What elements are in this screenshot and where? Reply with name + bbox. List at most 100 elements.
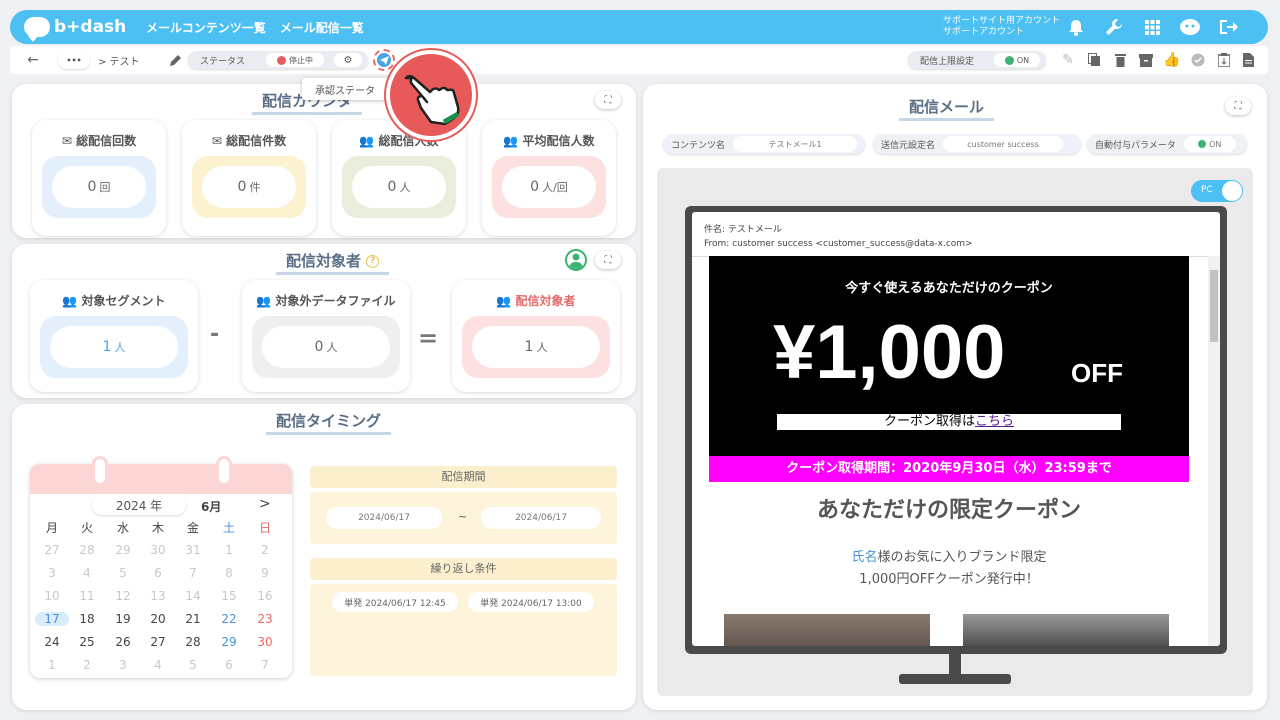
value: 0 xyxy=(314,339,324,355)
device-toggle-label: PC xyxy=(1201,185,1213,195)
logo[interactable]: b+dash xyxy=(24,17,132,42)
calendar-day[interactable]: 25 xyxy=(70,635,104,649)
calendar-year[interactable]: 2024 年 xyxy=(92,495,186,515)
value: 0 xyxy=(387,179,397,195)
help-icon[interactable]: ? xyxy=(366,255,380,268)
card-delivery-target: 👥 配信対象者 1人 xyxy=(452,280,620,392)
monitor-neck xyxy=(949,654,961,676)
email-scrollbar[interactable] xyxy=(1208,256,1220,646)
nav-mail-deliveries[interactable]: メール配信一覧 xyxy=(280,19,364,36)
pencil-icon[interactable] xyxy=(166,51,184,69)
calendar-day: 1 xyxy=(48,658,56,672)
limit-toggle[interactable]: ON xyxy=(994,53,1040,67)
period-start: 2024/06/17 xyxy=(326,507,442,529)
calendar-day: 13 xyxy=(150,589,166,603)
expand-mail-icon[interactable]: ⛶ xyxy=(1225,97,1251,115)
calendar-day: 4 xyxy=(154,658,162,672)
expand-counter-icon[interactable]: ⛶ xyxy=(595,91,621,109)
card-label-wrap: ✉ 総配信件数 xyxy=(182,132,316,149)
card-label: 対象セグメント xyxy=(81,294,166,308)
calendar-day[interactable]: 29 xyxy=(212,635,246,649)
stopped-icon xyxy=(277,55,286,65)
calendar-day: 7 xyxy=(261,658,269,672)
period-separator: ~ xyxy=(458,510,468,523)
expand-target-icon[interactable]: ⛶ xyxy=(595,251,621,269)
calendar-day: 16 xyxy=(257,589,273,603)
sender-label: 送信元設定名 xyxy=(881,140,936,151)
bell-icon[interactable] xyxy=(1065,17,1087,37)
calendar-day[interactable]: 30 xyxy=(248,635,282,649)
calendar-day[interactable]: 20 xyxy=(141,612,175,626)
value-box: 1人 xyxy=(50,326,178,368)
value: 0 xyxy=(87,179,97,195)
users-icon: 👥 xyxy=(496,294,516,308)
wrench-icon[interactable] xyxy=(1103,17,1125,37)
calendar-day-selected[interactable]: 17 xyxy=(35,612,69,626)
on-indicator-icon xyxy=(1004,55,1014,65)
target-title: 配信対象者 ? xyxy=(276,250,390,275)
envelope-icon: ✉ xyxy=(61,134,77,148)
disabled-check-icon[interactable] xyxy=(1189,51,1207,69)
nav-mail-contents[interactable]: メールコンテンツ一覧 xyxy=(146,19,266,36)
timing-title: 配信タイミング xyxy=(266,410,392,435)
breadcrumb-dots-button[interactable]: ••• xyxy=(58,51,90,69)
coupon-link[interactable]: こちら xyxy=(975,414,1014,429)
value: 0 xyxy=(530,179,540,195)
trash-icon[interactable] xyxy=(1111,51,1129,69)
calendar-day[interactable]: 22 xyxy=(212,612,246,626)
support-icon[interactable] xyxy=(1179,17,1201,37)
value-well: 1人 xyxy=(462,316,610,378)
clipboard-icon[interactable] xyxy=(1215,51,1233,69)
copy-icon[interactable] xyxy=(1085,51,1103,69)
archive-icon[interactable] xyxy=(1137,51,1155,69)
calendar-day[interactable]: 23 xyxy=(248,612,282,626)
calendar-day: 7 xyxy=(189,566,197,580)
calendar-day: 2 xyxy=(261,543,269,557)
thumbs-up-icon[interactable]: 👍 xyxy=(1163,51,1181,69)
value: 1 xyxy=(524,339,534,355)
calendar: 2024 年 6月 > 月火水木金土日 27 28 29 30 31 1 2 3 4 5 6 7 8 9 10… xyxy=(30,464,292,678)
card-target-segment: 👥 対象セグメント 1人 xyxy=(30,280,198,392)
monitor-base xyxy=(899,674,1011,684)
device-toggle[interactable]: PC xyxy=(1191,180,1243,202)
minus-sign: - xyxy=(210,322,220,347)
card-average-people: 👥 平均配信人数 0 人/回 xyxy=(482,120,616,236)
calendar-day[interactable]: 26 xyxy=(106,635,140,649)
calendar-day[interactable]: 19 xyxy=(106,612,140,626)
product-image-left xyxy=(724,614,930,646)
card-label-wrap: ✉ 総配信回数 xyxy=(32,132,166,149)
param-value: ON xyxy=(1209,139,1222,149)
calendar-next-button[interactable]: > xyxy=(259,496,271,512)
monitor-frame: 件名: テストメール From: customer success <custo… xyxy=(685,206,1227,654)
unit: 人 xyxy=(114,341,126,354)
unit: 人/回 xyxy=(542,181,568,194)
envelope-icon: ✉ xyxy=(211,134,227,148)
grid-icon[interactable] xyxy=(1141,17,1163,37)
calendar-day[interactable]: 28 xyxy=(176,635,210,649)
calendar-day[interactable]: 18 xyxy=(70,612,104,626)
account-info[interactable]: サポートサイト用アカウント サポートアカウント xyxy=(943,16,1060,38)
back-arrow-icon[interactable]: ← xyxy=(24,51,42,69)
calendar-day: 10 xyxy=(44,589,60,603)
user-avatar-icon[interactable] xyxy=(565,249,587,271)
approval-status-button[interactable] xyxy=(373,49,395,71)
card-label: 総配信回数 xyxy=(76,134,137,148)
param-toggle[interactable]: ON xyxy=(1183,136,1236,152)
target-title-text: 配信対象者 xyxy=(286,252,362,270)
account-line2: サポートアカウント xyxy=(943,27,1025,37)
calendar-day[interactable]: 27 xyxy=(141,635,175,649)
gear-icon[interactable]: ⚙ xyxy=(334,53,362,67)
document-icon[interactable] xyxy=(1239,51,1257,69)
weekday-label: 土 xyxy=(222,521,235,535)
status-toggle[interactable]: 停止中 xyxy=(266,53,324,67)
users-icon: 👥 xyxy=(359,134,379,148)
coupon-banner: 今すぐ使えるあなただけのクーポン ¥1,000 OFF クーポン取得はこちら xyxy=(709,256,1189,456)
scrollbar-thumb[interactable] xyxy=(1210,270,1218,342)
value-well: 0 人/回 xyxy=(492,156,606,218)
logout-icon[interactable] xyxy=(1217,17,1239,37)
edit-icon[interactable]: ✎ xyxy=(1059,51,1077,69)
calendar-day[interactable]: 24 xyxy=(35,635,69,649)
card-label: 総配信件数 xyxy=(226,134,287,148)
calendar-day[interactable]: 21 xyxy=(176,612,210,626)
weekday-label: 金 xyxy=(186,521,199,535)
